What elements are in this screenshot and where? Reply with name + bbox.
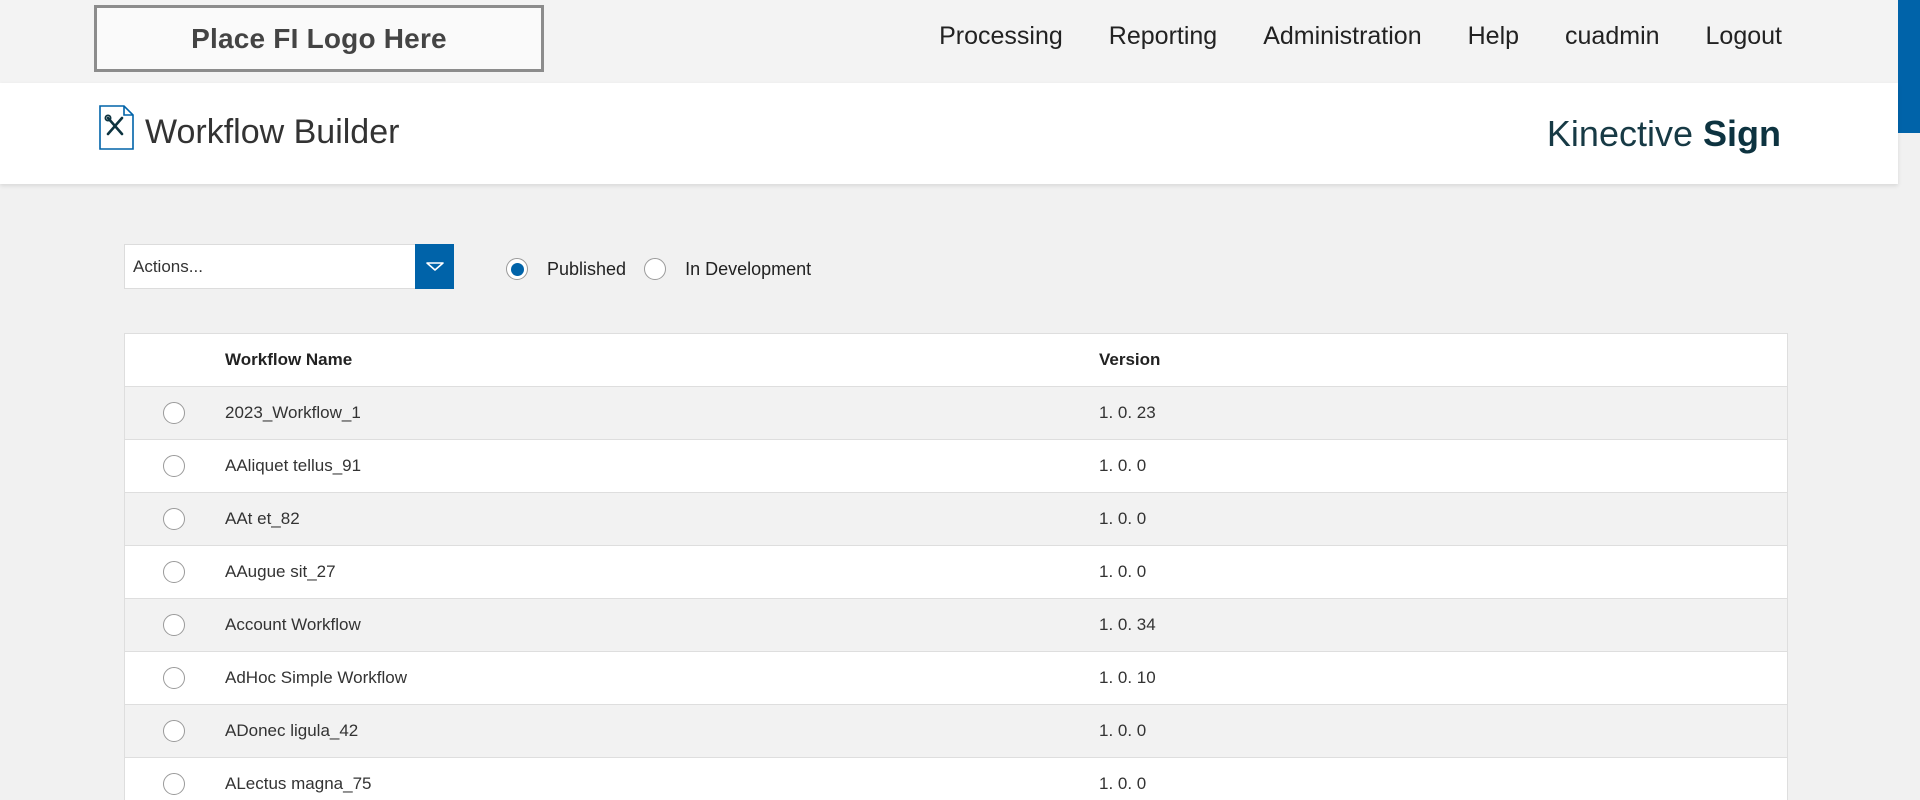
version-header[interactable]: Version — [1099, 350, 1787, 370]
in-development-label[interactable]: In Development — [685, 259, 811, 280]
table-row[interactable]: AAliquet tellus_91 1. 0. 0 — [125, 440, 1787, 493]
workflow-name-cell: ALectus magna_75 — [225, 774, 372, 793]
workflow-name-cell: Account Workflow — [225, 615, 361, 634]
version-cell: 1. 0. 23 — [1099, 403, 1156, 422]
row-select-cell — [125, 455, 225, 477]
actions-dropdown-toggle[interactable] — [415, 244, 454, 289]
version-cell: 1. 0. 0 — [1099, 509, 1147, 528]
row-select-cell — [125, 773, 225, 795]
actions-dropdown[interactable]: Actions... — [124, 244, 454, 289]
page-title: Workflow Builder — [145, 113, 400, 151]
workflow-builder-icon — [99, 105, 134, 150]
table-header: Workflow Name Version — [125, 334, 1787, 387]
table-row[interactable]: ADonec ligula_42 1. 0. 0 — [125, 705, 1787, 758]
row-select-cell — [125, 561, 225, 583]
row-select-cell — [125, 508, 225, 530]
top-bar: Place FI Logo Here Processing Reporting … — [0, 0, 1898, 83]
scrollbar-thumb[interactable] — [1898, 0, 1920, 133]
row-select-cell — [125, 614, 225, 636]
row-select-radio[interactable] — [162, 773, 185, 795]
table-row[interactable]: ALectus magna_75 1. 0. 0 — [125, 758, 1787, 800]
nav-processing[interactable]: Processing — [939, 22, 1063, 51]
nav-logout[interactable]: Logout — [1706, 22, 1782, 51]
workflows-table: Workflow Name Version 2023_Workflow_1 1. … — [124, 333, 1788, 800]
in-development-radio[interactable] — [644, 258, 667, 280]
table-row[interactable]: 2023_Workflow_1 1. 0. 23 — [125, 387, 1787, 440]
workflow-name-cell: AAt et_82 — [225, 509, 300, 528]
version-cell: 1. 0. 0 — [1099, 721, 1147, 740]
row-select-radio[interactable] — [162, 508, 185, 530]
published-label[interactable]: Published — [547, 259, 626, 280]
table-row[interactable]: AAugue sit_27 1. 0. 0 — [125, 546, 1787, 599]
workflow-name-cell: AAugue sit_27 — [225, 562, 336, 581]
table-row[interactable]: AAt et_82 1. 0. 0 — [125, 493, 1787, 546]
workflow-name-cell: ADonec ligula_42 — [225, 721, 359, 740]
main-nav: Processing Reporting Administration Help… — [939, 22, 1782, 51]
version-cell: 1. 0. 0 — [1099, 562, 1147, 581]
brand-bold-text: Sign — [1703, 113, 1781, 154]
published-radio[interactable] — [506, 258, 528, 280]
row-select-cell — [125, 667, 225, 689]
version-cell: 1. 0. 0 — [1099, 456, 1147, 475]
table-row[interactable]: Account Workflow 1. 0. 34 — [125, 599, 1787, 652]
row-select-radio[interactable] — [162, 720, 185, 742]
table-body: 2023_Workflow_1 1. 0. 23 AAliquet tellus_9… — [125, 387, 1787, 800]
row-select-radio[interactable] — [162, 561, 185, 583]
version-cell: 1. 0. 10 — [1099, 668, 1156, 687]
nav-help[interactable]: Help — [1468, 22, 1519, 51]
fi-logo-placeholder[interactable]: Place FI Logo Here — [94, 5, 544, 72]
workflow-name-header[interactable]: Workflow Name — [225, 350, 1099, 370]
nav-user[interactable]: cuadmin — [1565, 22, 1660, 51]
chevron-down-icon — [425, 261, 444, 271]
row-select-radio[interactable] — [162, 455, 185, 477]
row-select-radio[interactable] — [162, 667, 185, 689]
selected-dot — [510, 262, 524, 276]
row-select-cell — [125, 402, 225, 424]
nav-administration[interactable]: Administration — [1263, 22, 1421, 51]
brand-logo: Kinective Sign — [1547, 113, 1781, 155]
row-select-radio[interactable] — [162, 614, 185, 636]
workflow-name-cell: AAliquet tellus_91 — [225, 456, 362, 475]
workflow-name-cell: 2023_Workflow_1 — [225, 403, 361, 422]
actions-dropdown-label: Actions... — [133, 257, 203, 276]
status-filter: Published In Development — [506, 258, 829, 280]
page-header: Workflow Builder Kinective Sign — [0, 83, 1898, 184]
row-select-cell — [125, 720, 225, 742]
workflow-name-cell: AdHoc Simple Workflow — [225, 668, 408, 687]
brand-light-text: Kinective — [1546, 113, 1693, 154]
row-select-radio[interactable] — [162, 402, 185, 424]
table-row[interactable]: AdHoc Simple Workflow 1. 0. 10 — [125, 652, 1787, 705]
nav-reporting[interactable]: Reporting — [1109, 22, 1217, 51]
version-cell: 1. 0. 34 — [1099, 615, 1156, 634]
version-cell: 1. 0. 0 — [1099, 774, 1147, 793]
